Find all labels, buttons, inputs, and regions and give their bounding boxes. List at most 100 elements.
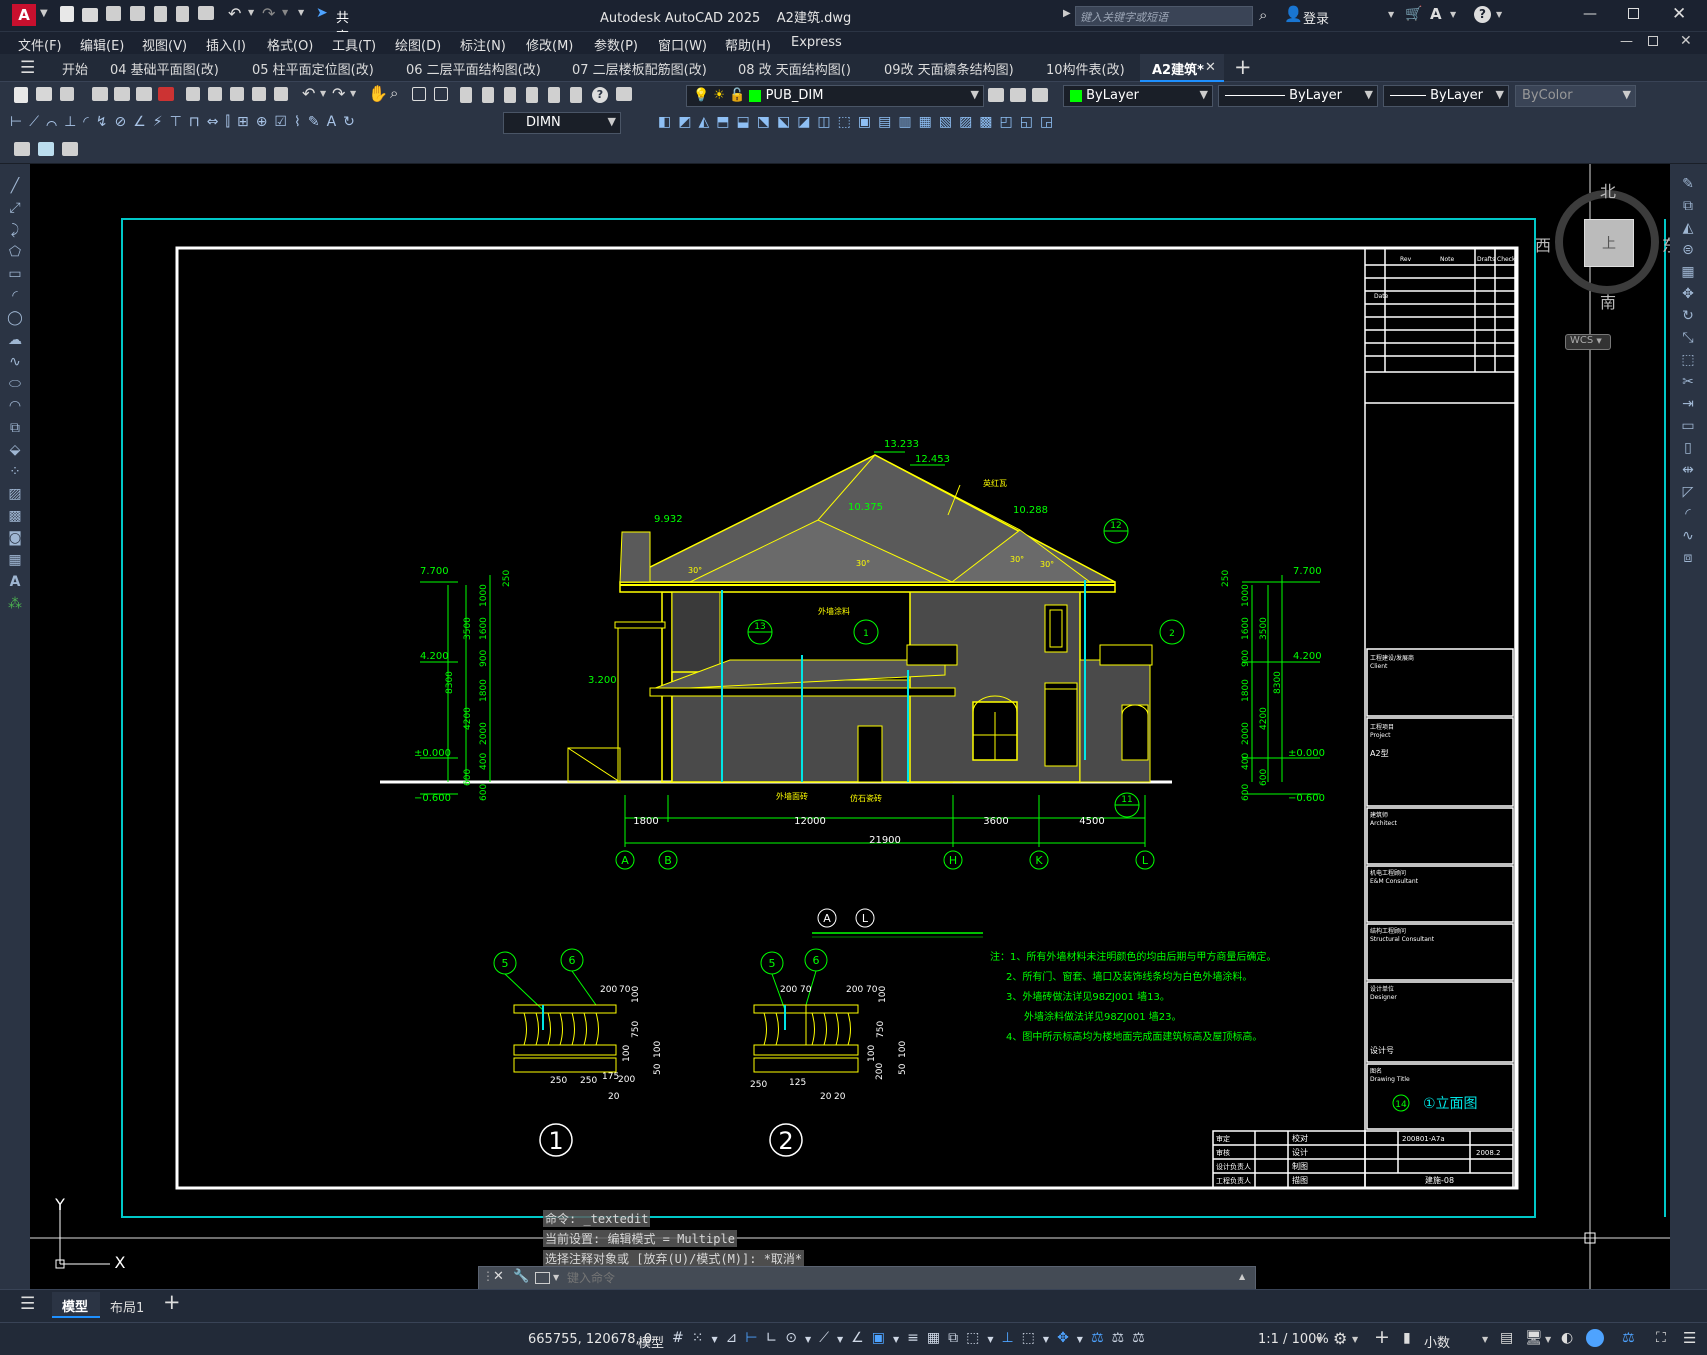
isodraft-icon[interactable]: ⟋ xyxy=(819,1330,837,1346)
mtext-icon[interactable]: A xyxy=(6,574,24,590)
polygon-icon[interactable]: ⬠ xyxy=(6,244,24,260)
move-icon[interactable]: ✥ xyxy=(1679,286,1697,302)
move3d-icon[interactable]: ▨ xyxy=(959,114,979,130)
compass-east[interactable]: 东 xyxy=(1662,232,1670,256)
compass-north[interactable]: 北 xyxy=(1600,178,1616,202)
cut-icon[interactable] xyxy=(186,87,200,101)
lock-icon[interactable]: 🔓 xyxy=(729,88,745,103)
menu-express[interactable]: Express xyxy=(791,35,842,50)
units-icon[interactable]: ▮ xyxy=(1403,1330,1411,1346)
chevron-down-icon[interactable]: ▼ xyxy=(1496,10,1502,19)
insert-block-icon[interactable]: ⧉ xyxy=(6,420,24,436)
chevron-down-icon[interactable]: ▼ xyxy=(987,1335,1001,1344)
close-tab-icon[interactable]: ✕ xyxy=(1205,60,1216,75)
chevron-down-icon[interactable]: ▼ xyxy=(1482,1335,1488,1344)
chevron-up-icon[interactable]: ▲ xyxy=(1239,1272,1245,1281)
calculator-icon[interactable] xyxy=(570,87,582,103)
cone-icon[interactable]: ◭ xyxy=(698,114,716,130)
align3d-icon[interactable]: ◰ xyxy=(1000,114,1020,130)
hatch-icon[interactable]: ▨ xyxy=(6,486,24,502)
arc-length-icon[interactable]: ⌒ xyxy=(46,114,64,130)
chevron-down-icon[interactable]: ▼ xyxy=(553,1273,559,1282)
search-icon[interactable]: ⌕ xyxy=(1259,6,1267,24)
new-tab-icon[interactable]: + xyxy=(1234,55,1252,79)
tab-10[interactable]: 10构件表(改) xyxy=(1046,59,1125,78)
wedge-icon[interactable]: ◩ xyxy=(678,114,698,130)
chevron-down-icon[interactable]: ▼ xyxy=(1043,1335,1057,1344)
viewcube[interactable]: 上 北 南 东 西 xyxy=(1535,178,1670,312)
sheet-set-icon[interactable] xyxy=(526,87,538,103)
menu-format[interactable]: 格式(O) xyxy=(267,35,313,54)
object-snap-tracking-icon[interactable]: ∠ xyxy=(851,1330,872,1346)
tab-model[interactable]: 模型 xyxy=(52,1292,100,1318)
chevron-down-icon[interactable]: ▼ xyxy=(1450,10,1456,19)
zoom-realtime-icon[interactable]: ⌕ xyxy=(390,84,398,102)
transparency-icon[interactable]: ▦ xyxy=(927,1330,948,1346)
autodesk-app-icon[interactable]: A xyxy=(1430,5,1442,23)
menu-modify[interactable]: 修改(M) xyxy=(526,35,573,54)
angular-icon[interactable]: ∠ xyxy=(133,114,153,130)
undo-icon[interactable]: ↶ xyxy=(302,84,315,103)
lock-ui-icon[interactable]: 🖥 xyxy=(1525,1330,1543,1346)
quick-properties-icon[interactable]: ▤ xyxy=(1500,1330,1513,1346)
markup-icon[interactable] xyxy=(548,87,560,103)
redo-icon[interactable]: ↷ xyxy=(262,4,275,23)
array-icon[interactable]: ▦ xyxy=(1679,264,1697,280)
explode-icon[interactable]: ⧈ xyxy=(1679,550,1697,566)
cart-icon[interactable]: 🛒 xyxy=(1405,6,1422,22)
blend-icon[interactable]: ∿ xyxy=(1679,528,1697,544)
lineweight-icon[interactable]: ≡ xyxy=(907,1330,927,1346)
offset-icon[interactable]: ⊜ xyxy=(1679,242,1697,258)
open-file-icon[interactable] xyxy=(82,8,98,22)
gradient-icon[interactable]: ▩ xyxy=(6,508,24,524)
jogged-linear-icon[interactable]: ⌇ xyxy=(294,114,308,130)
drawing-canvas[interactable]: Rev Note Drafts Check Date 工程建设/发展商 Clie… xyxy=(30,164,1670,1289)
chevron-down-icon[interactable]: ▼ xyxy=(1545,1335,1551,1344)
new-icon[interactable] xyxy=(14,87,28,103)
redo-icon[interactable]: ↷ xyxy=(332,84,345,103)
save-icon[interactable] xyxy=(60,87,74,101)
layer-properties-icon[interactable] xyxy=(616,87,632,101)
selection-cycling-icon[interactable]: ⧉ xyxy=(948,1330,966,1346)
doc-restore-icon[interactable] xyxy=(1648,36,1658,46)
minimize-icon[interactable]: — xyxy=(1583,6,1597,22)
chevron-down-icon[interactable]: ▼ xyxy=(320,89,326,98)
dynamic-input-icon[interactable]: ⊢ xyxy=(745,1330,765,1346)
ortho-icon[interactable]: ∟ xyxy=(766,1330,786,1346)
spline-icon[interactable]: ∿ xyxy=(6,354,24,370)
circle-icon[interactable]: ◯ xyxy=(6,310,24,326)
array3d-icon[interactable]: ◱ xyxy=(1020,114,1040,130)
line-icon[interactable]: ╱ xyxy=(6,178,24,194)
help-icon[interactable]: ? xyxy=(592,87,608,103)
tolerance-icon[interactable]: ⊞ xyxy=(237,114,256,130)
3d-print-icon[interactable] xyxy=(158,87,174,101)
chevron-down-icon[interactable]: ▼ xyxy=(298,8,304,17)
command-prompt-icon[interactable] xyxy=(535,1272,550,1284)
wcs-menu[interactable]: WCS ▼ xyxy=(1565,334,1611,350)
menu-file[interactable]: 文件(F) xyxy=(18,35,62,54)
plotstyle-dropdown[interactable]: ByColor ▼ xyxy=(1515,85,1636,107)
menu-tools[interactable]: 工具(T) xyxy=(332,35,376,54)
chevron-down-icon[interactable]: ▼ xyxy=(40,8,48,19)
scale-icon[interactable]: ⤡ xyxy=(1679,330,1697,346)
linear-dim-icon[interactable]: ⊢ xyxy=(10,114,29,130)
units-value[interactable]: 小数 xyxy=(1424,1332,1450,1351)
isolate-objects-icon[interactable]: ◐ xyxy=(1561,1330,1573,1346)
menu-window[interactable]: 窗口(W) xyxy=(658,35,707,54)
chevron-down-icon[interactable]: ▼ xyxy=(837,1335,851,1344)
save-icon[interactable] xyxy=(106,6,121,21)
user-icon[interactable]: 👤 xyxy=(1284,5,1303,23)
block-editor-icon[interactable] xyxy=(274,87,288,101)
ellipse-arc-icon[interactable]: ◠ xyxy=(6,398,24,414)
plot-icon[interactable] xyxy=(176,6,189,22)
sun-icon[interactable]: ☀ xyxy=(713,88,725,103)
layer-previous-icon[interactable] xyxy=(1010,88,1026,102)
menu-dimension[interactable]: 标注(N) xyxy=(460,35,506,54)
chevron-down-icon[interactable]: ▼ xyxy=(1316,1335,1322,1344)
hardware-acceleration-icon[interactable] xyxy=(1586,1329,1604,1347)
dynamic-ucs-icon[interactable]: ⊥ xyxy=(1001,1330,1021,1346)
solid-edit-icon[interactable]: ◲ xyxy=(1040,114,1060,130)
break-at-point-icon[interactable]: ▭ xyxy=(1679,418,1697,434)
workspace-gear-icon[interactable]: ⚙ xyxy=(1333,1329,1347,1348)
selection-filter-icon[interactable]: ⬚ xyxy=(1022,1330,1043,1346)
